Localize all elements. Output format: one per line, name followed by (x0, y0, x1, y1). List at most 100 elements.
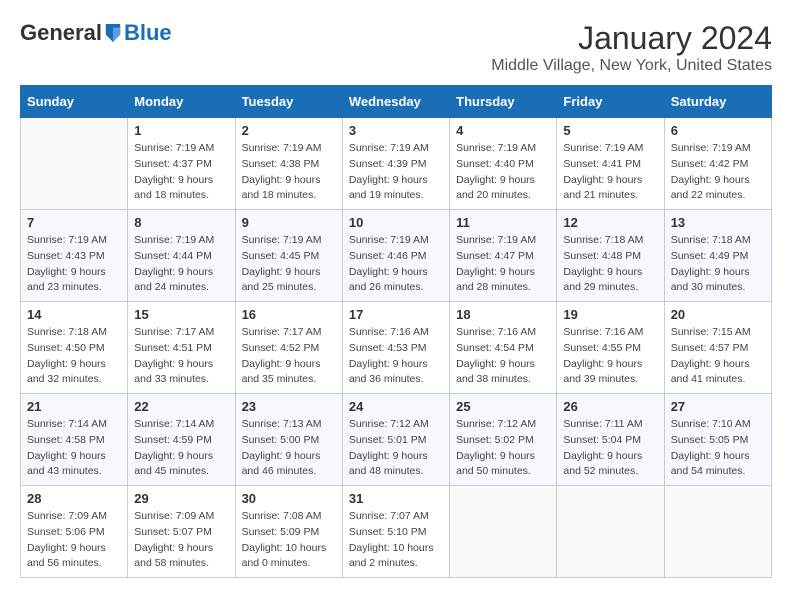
day-info: Sunrise: 7:14 AM Sunset: 4:58 PM Dayligh… (27, 417, 121, 480)
logo-blue-text: Blue (124, 20, 172, 46)
day-number: 17 (349, 307, 443, 322)
calendar-week-row: 21 Sunrise: 7:14 AM Sunset: 4:58 PM Dayli… (21, 394, 772, 486)
day-info: Sunrise: 7:18 AM Sunset: 4:50 PM Dayligh… (27, 325, 121, 388)
day-number: 15 (134, 307, 228, 322)
calendar-week-row: 7 Sunrise: 7:19 AM Sunset: 4:43 PM Daylig… (21, 210, 772, 302)
logo: General Blue (20, 20, 172, 46)
day-number: 28 (27, 491, 121, 506)
calendar-day-cell: 10 Sunrise: 7:19 AM Sunset: 4:46 PM Dayli… (342, 210, 449, 302)
calendar-day-cell: 21 Sunrise: 7:14 AM Sunset: 4:58 PM Dayli… (21, 394, 128, 486)
day-number: 5 (563, 123, 657, 138)
day-number: 10 (349, 215, 443, 230)
calendar-day-cell: 25 Sunrise: 7:12 AM Sunset: 5:02 PM Dayli… (450, 394, 557, 486)
calendar-day-cell: 12Sunrise: 7:18 AM Sunset: 4:48 PM Dayli… (557, 210, 664, 302)
day-number: 8 (134, 215, 228, 230)
day-info: Sunrise: 7:18 AM Sunset: 4:49 PM Dayligh… (671, 233, 765, 296)
day-info: Sunrise: 7:17 AM Sunset: 4:52 PM Dayligh… (242, 325, 336, 388)
day-number: 21 (27, 399, 121, 414)
day-number: 16 (242, 307, 336, 322)
calendar-day-cell: 9 Sunrise: 7:19 AM Sunset: 4:45 PM Daylig… (235, 210, 342, 302)
day-number: 7 (27, 215, 121, 230)
calendar-day-cell: 15 Sunrise: 7:17 AM Sunset: 4:51 PM Dayli… (128, 302, 235, 394)
calendar-day-cell: 26Sunrise: 7:11 AM Sunset: 5:04 PM Dayli… (557, 394, 664, 486)
day-number: 29 (134, 491, 228, 506)
calendar-title: January 2024 (491, 20, 772, 57)
day-info: Sunrise: 7:17 AM Sunset: 4:51 PM Dayligh… (134, 325, 228, 388)
day-info: Sunrise: 7:19 AM Sunset: 4:46 PM Dayligh… (349, 233, 443, 296)
day-number: 6 (671, 123, 765, 138)
day-of-week-header: Sunday (21, 86, 128, 118)
calendar-day-cell (557, 486, 664, 578)
calendar-day-cell: 30 Sunrise: 7:08 AM Sunset: 5:09 PM Dayli… (235, 486, 342, 578)
day-number: 25 (456, 399, 550, 414)
calendar-day-cell: 22Sunrise: 7:14 AM Sunset: 4:59 PM Dayli… (128, 394, 235, 486)
calendar-day-cell: 16 Sunrise: 7:17 AM Sunset: 4:52 PM Dayli… (235, 302, 342, 394)
calendar-subtitle: Middle Village, New York, United States (491, 57, 772, 75)
day-info: Sunrise: 7:08 AM Sunset: 5:09 PM Dayligh… (242, 509, 336, 572)
day-info: Sunrise: 7:19 AM Sunset: 4:38 PM Dayligh… (242, 141, 336, 204)
day-info: Sunrise: 7:16 AM Sunset: 4:53 PM Dayligh… (349, 325, 443, 388)
calendar-day-cell: 24 Sunrise: 7:12 AM Sunset: 5:01 PM Dayli… (342, 394, 449, 486)
day-info: Sunrise: 7:18 AM Sunset: 4:48 PM Dayligh… (563, 233, 657, 296)
calendar-day-cell: 29 Sunrise: 7:09 AM Sunset: 5:07 PM Dayli… (128, 486, 235, 578)
calendar-table: SundayMondayTuesdayWednesdayThursdayFrid… (20, 85, 772, 578)
day-number: 18 (456, 307, 550, 322)
day-number: 22 (134, 399, 228, 414)
day-of-week-header: Friday (557, 86, 664, 118)
day-of-week-header: Saturday (664, 86, 771, 118)
day-number: 13 (671, 215, 765, 230)
day-info: Sunrise: 7:19 AM Sunset: 4:44 PM Dayligh… (134, 233, 228, 296)
day-info: Sunrise: 7:19 AM Sunset: 4:47 PM Dayligh… (456, 233, 550, 296)
day-info: Sunrise: 7:19 AM Sunset: 4:45 PM Dayligh… (242, 233, 336, 296)
day-info: Sunrise: 7:16 AM Sunset: 4:54 PM Dayligh… (456, 325, 550, 388)
day-of-week-header: Thursday (450, 86, 557, 118)
day-info: Sunrise: 7:09 AM Sunset: 5:07 PM Dayligh… (134, 509, 228, 572)
day-number: 19 (563, 307, 657, 322)
calendar-day-cell: 7 Sunrise: 7:19 AM Sunset: 4:43 PM Daylig… (21, 210, 128, 302)
day-number: 9 (242, 215, 336, 230)
day-of-week-header: Wednesday (342, 86, 449, 118)
calendar-day-cell (21, 118, 128, 210)
day-info: Sunrise: 7:12 AM Sunset: 5:02 PM Dayligh… (456, 417, 550, 480)
day-number: 11 (456, 215, 550, 230)
day-info: Sunrise: 7:19 AM Sunset: 4:42 PM Dayligh… (671, 141, 765, 204)
day-info: Sunrise: 7:13 AM Sunset: 5:00 PM Dayligh… (242, 417, 336, 480)
day-info: Sunrise: 7:19 AM Sunset: 4:40 PM Dayligh… (456, 141, 550, 204)
calendar-day-cell (450, 486, 557, 578)
day-info: Sunrise: 7:19 AM Sunset: 4:41 PM Dayligh… (563, 141, 657, 204)
calendar-day-cell: 17 Sunrise: 7:16 AM Sunset: 4:53 PM Dayli… (342, 302, 449, 394)
calendar-day-cell: 27 Sunrise: 7:10 AM Sunset: 5:05 PM Dayli… (664, 394, 771, 486)
title-section: January 2024 Middle Village, New York, U… (491, 20, 772, 75)
calendar-day-cell: 5 Sunrise: 7:19 AM Sunset: 4:41 PM Daylig… (557, 118, 664, 210)
day-number: 3 (349, 123, 443, 138)
calendar-day-cell: 20Sunrise: 7:15 AM Sunset: 4:57 PM Dayli… (664, 302, 771, 394)
day-number: 2 (242, 123, 336, 138)
logo-icon (104, 22, 122, 44)
calendar-header-row: SundayMondayTuesdayWednesdayThursdayFrid… (21, 86, 772, 118)
calendar-day-cell (664, 486, 771, 578)
calendar-day-cell: 14 Sunrise: 7:18 AM Sunset: 4:50 PM Dayli… (21, 302, 128, 394)
day-of-week-header: Monday (128, 86, 235, 118)
calendar-day-cell: 13 Sunrise: 7:18 AM Sunset: 4:49 PM Dayli… (664, 210, 771, 302)
day-info: Sunrise: 7:07 AM Sunset: 5:10 PM Dayligh… (349, 509, 443, 572)
day-info: Sunrise: 7:11 AM Sunset: 5:04 PM Dayligh… (563, 417, 657, 480)
calendar-day-cell: 18 Sunrise: 7:16 AM Sunset: 4:54 PM Dayli… (450, 302, 557, 394)
calendar-week-row: 1 Sunrise: 7:19 AM Sunset: 4:37 PM Daylig… (21, 118, 772, 210)
day-info: Sunrise: 7:19 AM Sunset: 4:37 PM Dayligh… (134, 141, 228, 204)
day-info: Sunrise: 7:10 AM Sunset: 5:05 PM Dayligh… (671, 417, 765, 480)
day-info: Sunrise: 7:12 AM Sunset: 5:01 PM Dayligh… (349, 417, 443, 480)
day-info: Sunrise: 7:19 AM Sunset: 4:43 PM Dayligh… (27, 233, 121, 296)
day-number: 27 (671, 399, 765, 414)
logo-general-text: General (20, 20, 102, 46)
day-of-week-header: Tuesday (235, 86, 342, 118)
calendar-week-row: 14 Sunrise: 7:18 AM Sunset: 4:50 PM Dayli… (21, 302, 772, 394)
calendar-day-cell: 28Sunrise: 7:09 AM Sunset: 5:06 PM Dayli… (21, 486, 128, 578)
calendar-day-cell: 1 Sunrise: 7:19 AM Sunset: 4:37 PM Daylig… (128, 118, 235, 210)
day-number: 14 (27, 307, 121, 322)
day-number: 30 (242, 491, 336, 506)
day-info: Sunrise: 7:15 AM Sunset: 4:57 PM Dayligh… (671, 325, 765, 388)
day-number: 24 (349, 399, 443, 414)
calendar-day-cell: 4Sunrise: 7:19 AM Sunset: 4:40 PM Daylig… (450, 118, 557, 210)
day-number: 23 (242, 399, 336, 414)
day-number: 1 (134, 123, 228, 138)
